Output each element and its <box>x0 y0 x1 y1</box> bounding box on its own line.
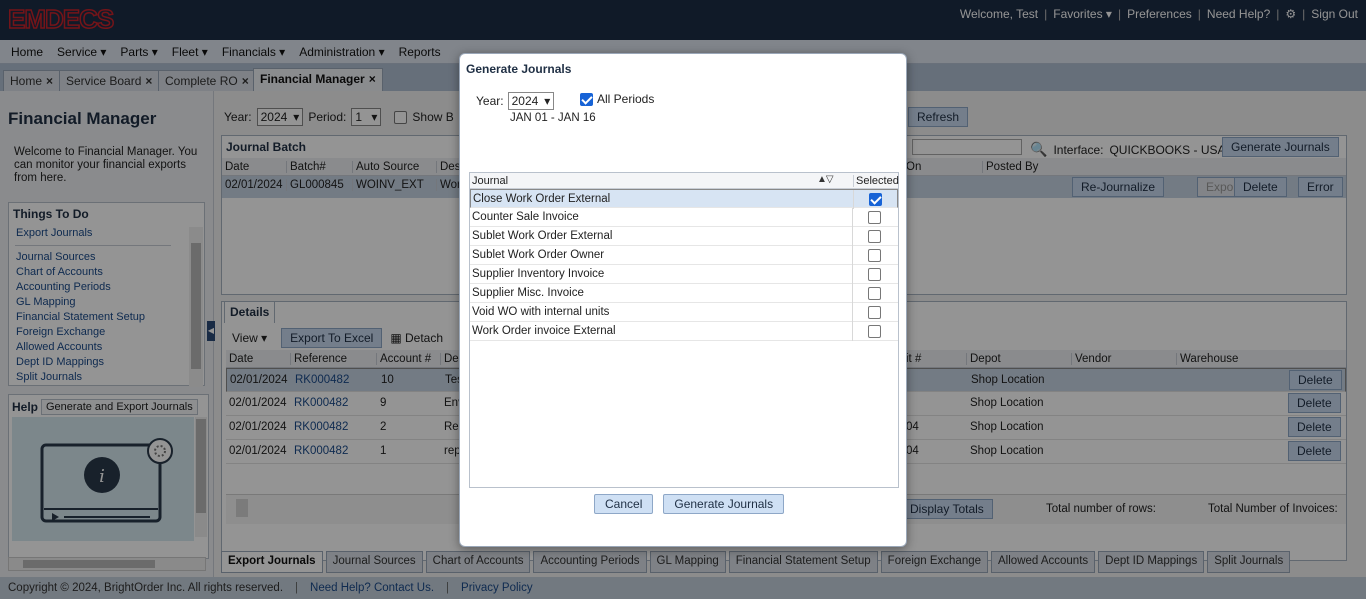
journal-row[interactable]: Supplier Inventory Invoice <box>470 265 898 284</box>
journal-row[interactable]: Sublet Work Order Owner <box>470 246 898 265</box>
dialog-title: Generate Journals <box>466 62 572 76</box>
journal-column-header[interactable]: Journal <box>472 175 508 187</box>
journals-grid-header: Journal ▲▽ Selected <box>470 173 899 189</box>
journal-row[interactable]: Work Order invoice External <box>470 322 898 341</box>
all-periods-label: All Periods <box>597 92 655 106</box>
journal-checkbox[interactable] <box>868 211 881 224</box>
journal-checkbox[interactable] <box>868 325 881 338</box>
journal-row[interactable]: Void WO with internal units <box>470 303 898 322</box>
journal-row[interactable]: Counter Sale Invoice <box>470 208 898 227</box>
journal-row[interactable]: Sublet Work Order External <box>470 227 898 246</box>
all-periods-checkbox[interactable] <box>580 92 593 106</box>
journal-checkbox[interactable] <box>869 193 882 206</box>
journal-checkbox[interactable] <box>868 306 881 319</box>
journals-grid: Journal ▲▽ Selected Close Work Order Ext… <box>469 172 899 488</box>
dialog-year-select[interactable]: 2024 ▾ <box>507 92 555 110</box>
generate-journals-dialog: Generate Journals Year: 2024 ▾ All Perio… <box>459 53 907 547</box>
journal-row[interactable]: Supplier Misc. Invoice <box>470 284 898 303</box>
dialog-buttons: Cancel Generate Journals <box>594 494 785 514</box>
journal-row[interactable]: Close Work Order External <box>470 189 898 209</box>
cancel-button[interactable]: Cancel <box>594 494 654 514</box>
journal-checkbox[interactable] <box>868 287 881 300</box>
period-range: JAN 01 - JAN 16 <box>510 112 596 124</box>
dialog-year: Year: 2024 ▾ <box>476 92 555 110</box>
journal-checkbox[interactable] <box>868 268 881 281</box>
journal-checkbox[interactable] <box>868 249 881 262</box>
generate-journals-confirm-button[interactable]: Generate Journals <box>663 494 785 514</box>
all-periods-option: All Periods <box>580 92 654 106</box>
journal-checkbox[interactable] <box>868 230 881 243</box>
sort-icon[interactable]: ▲▽ <box>817 174 834 185</box>
selected-column-header[interactable]: Selected <box>853 175 899 187</box>
